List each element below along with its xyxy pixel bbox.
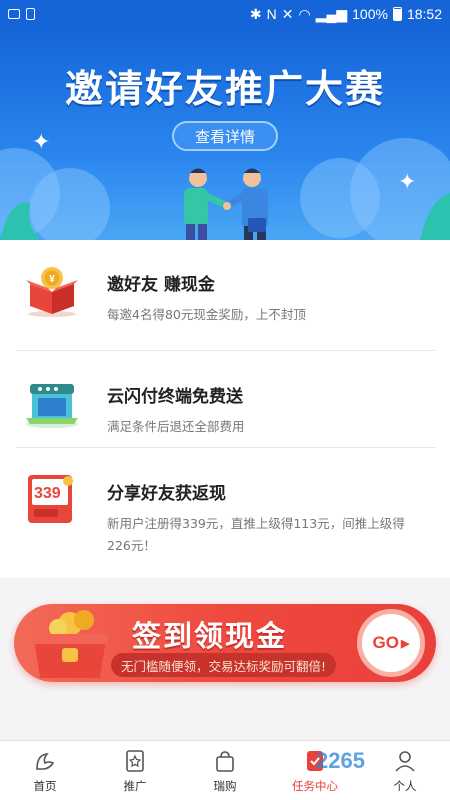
shopping-bag-icon [216, 751, 234, 772]
badge-339: 339 [34, 485, 61, 502]
list-item-free-terminal[interactable]: 云闪付终端免费送 满足条件后退还全部费用 [0, 352, 450, 450]
banner-title: 邀请好友推广大赛 [64, 67, 385, 111]
bottom-tab-bar: 首页 推广 瑞购 任务中心 个人 [0, 740, 450, 800]
item-desc: 每邀4名得80元现金奖励，上不封顶 [107, 307, 306, 322]
treasure-chest-icon [32, 610, 108, 678]
item-title: 云闪付终端免费送 [107, 387, 243, 407]
play-arrow-icon: ▶ [400, 637, 410, 650]
sd-card-icon [26, 8, 35, 20]
tab-shop[interactable]: 瑞购 [180, 741, 270, 800]
bluetooth-icon: ✱ [249, 5, 262, 22]
site-watermark: 2265 [316, 748, 365, 773]
list-item-invite[interactable]: ¥ 邀好友 赚现金 每邀4名得80元现金奖励，上不封顶 [0, 240, 450, 338]
tab-home[interactable]: 首页 [0, 741, 90, 800]
item-title: 邀好友 赚现金 [107, 275, 215, 295]
item-desc: 新用户注册得339元，直推上级得113元，间推上级得226元！ [107, 516, 405, 553]
battery-icon [392, 7, 402, 21]
wifi-icon: ◠ [298, 5, 311, 22]
tab-label: 瑞购 [213, 779, 237, 793]
list-item-share-cashback[interactable]: 339 分享好友获返现 新用户注册得339元，直推上级得113元，间推上级得22… [0, 449, 450, 553]
signal-icon: ▂▄▆ [315, 5, 348, 22]
item-title: 分享好友获返现 [107, 484, 226, 504]
pos-terminal-icon [26, 384, 78, 428]
view-details-button[interactable]: 查看详情 [172, 121, 278, 151]
tab-label: 推广 [123, 779, 147, 793]
gift-box-icon: ¥ [26, 267, 78, 317]
person-icon [395, 751, 415, 772]
item-desc: 满足条件后退还全部费用 [107, 419, 245, 434]
invite-contest-banner[interactable]: ✦ ✦ 邀请好友推广大赛 查看详情 [0, 28, 450, 240]
sign-in-cash-banner[interactable]: 签到领现金 无门槛随便领，交易达标奖励可翻倍! GO ▶ [14, 598, 436, 688]
tab-label: 任务中心 [292, 779, 338, 793]
clock: 18:52 [406, 6, 442, 22]
tab-personal[interactable]: 个人 [360, 741, 450, 800]
sign-banner-subtitle: 无门槛随便领，交易达标奖励可翻倍! [111, 653, 337, 677]
nfc-icon: N [266, 6, 277, 22]
go-button[interactable]: GO ▶ [357, 609, 425, 677]
svg-text:¥: ¥ [49, 274, 55, 285]
divider [16, 350, 436, 351]
gallery-icon [8, 9, 20, 19]
tab-label: 个人 [393, 779, 417, 793]
status-bar: ✱ N ✕ ◠ ▂▄▆ 100% 18:52 [0, 0, 450, 28]
tab-promote[interactable]: 推广 [90, 741, 180, 800]
go-button-label: GO [372, 633, 399, 652]
star-doc-icon [126, 750, 144, 772]
tab-label: 首页 [33, 779, 57, 793]
home-icon [36, 753, 55, 770]
divider [16, 447, 436, 448]
sign-banner-title: 签到领现金 [132, 619, 288, 653]
feature-list: ¥ 邀好友 赚现金 每邀4名得80元现金奖励，上不封顶 云闪付终端免费送 满足条… [0, 240, 450, 578]
mute-icon: ✕ [281, 5, 294, 22]
battery-text: 100% [352, 6, 388, 22]
